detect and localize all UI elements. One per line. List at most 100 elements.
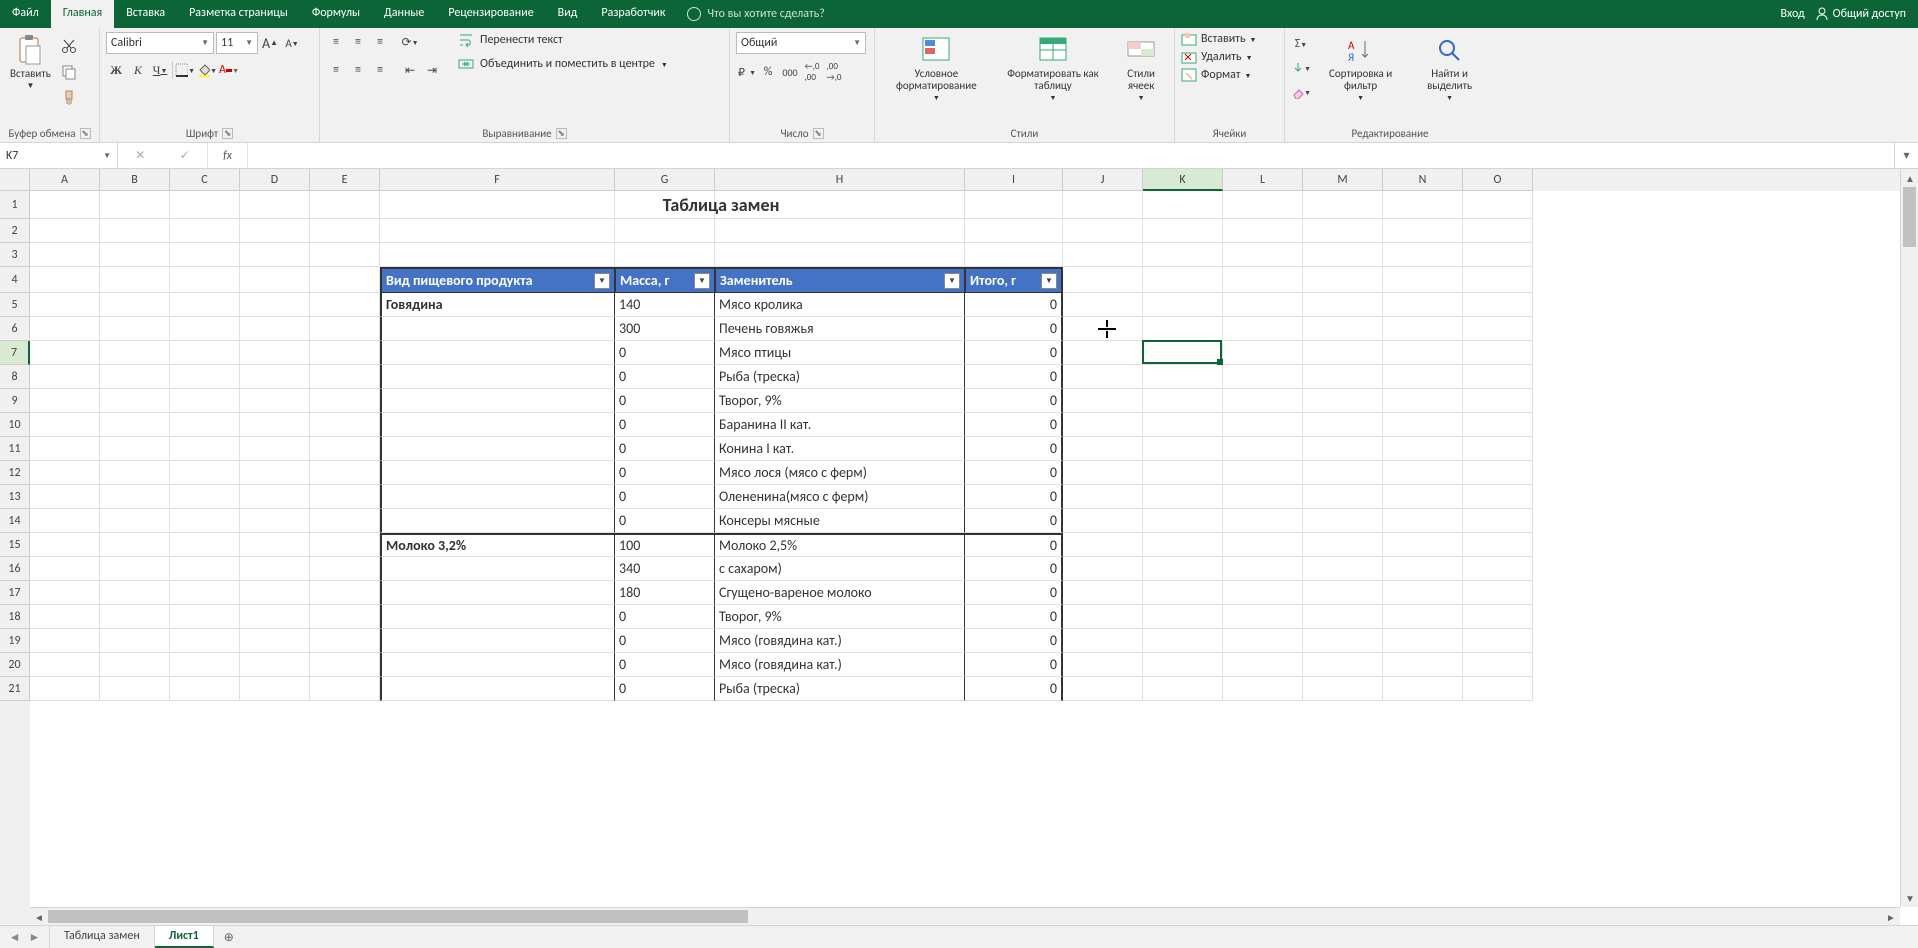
cell-L7[interactable]	[1223, 341, 1303, 365]
menu-home[interactable]: Главная	[51, 0, 114, 28]
col-header-B[interactable]: B	[100, 169, 170, 191]
row-header-3[interactable]: 3	[0, 243, 30, 267]
row-header-16[interactable]: 16	[0, 557, 30, 581]
col-header-N[interactable]: N	[1383, 169, 1463, 191]
cell-total-7[interactable]: 0	[965, 341, 1063, 365]
cell-G2[interactable]	[615, 219, 715, 243]
cell-C15[interactable]	[170, 533, 240, 557]
cell-mass-15[interactable]: 100	[615, 533, 715, 557]
cell-J1[interactable]	[1063, 191, 1143, 219]
cell-N9[interactable]	[1383, 389, 1463, 413]
cell-D7[interactable]	[240, 341, 310, 365]
cell-L9[interactable]	[1223, 389, 1303, 413]
sheet-tab-2[interactable]: Лист1	[155, 926, 214, 948]
cell-M1[interactable]	[1303, 191, 1383, 219]
filter-dropdown-icon[interactable]: ▼	[694, 273, 710, 289]
cell-K13[interactable]	[1143, 485, 1223, 509]
cell-A1[interactable]	[30, 191, 100, 219]
cell-styles-button[interactable]: Стили ячеек▼	[1114, 32, 1168, 104]
cell-C5[interactable]	[170, 293, 240, 317]
cell-M12[interactable]	[1303, 461, 1383, 485]
cell-K14[interactable]	[1143, 509, 1223, 533]
cell-A10[interactable]	[30, 413, 100, 437]
cell-product-9[interactable]	[380, 389, 615, 413]
cell-E5[interactable]	[310, 293, 380, 317]
cell-K7[interactable]	[1143, 341, 1223, 365]
cell-B12[interactable]	[100, 461, 170, 485]
cell-A17[interactable]	[30, 581, 100, 605]
cell-B18[interactable]	[100, 605, 170, 629]
cell-B17[interactable]	[100, 581, 170, 605]
formula-input[interactable]	[248, 143, 1894, 168]
cell-D20[interactable]	[240, 653, 310, 677]
horizontal-scrollbar[interactable]: ◄ ►	[30, 907, 1900, 925]
fill-color-button[interactable]: ▼	[197, 60, 217, 80]
format-as-table-button[interactable]: Форматировать как таблицу▼	[996, 32, 1110, 104]
fill-button[interactable]: ▼	[1291, 58, 1311, 78]
add-sheet-button[interactable]: ⊕	[214, 926, 244, 948]
increase-font-button[interactable]: A▲	[260, 33, 280, 53]
cells-area[interactable]: Таблица заменВид пищевого продукта▼Масса…	[30, 191, 1900, 907]
row-header-17[interactable]: 17	[0, 581, 30, 605]
cell-N6[interactable]	[1383, 317, 1463, 341]
cell-B9[interactable]	[100, 389, 170, 413]
cell-N8[interactable]	[1383, 365, 1463, 389]
cell-product-5[interactable]: Говядина	[380, 293, 615, 317]
cell-B15[interactable]	[100, 533, 170, 557]
underline-button[interactable]: Ч ▼	[150, 60, 170, 80]
cell-product-10[interactable]	[380, 413, 615, 437]
cell-J12[interactable]	[1063, 461, 1143, 485]
cell-A12[interactable]	[30, 461, 100, 485]
cell-E8[interactable]	[310, 365, 380, 389]
cell-C14[interactable]	[170, 509, 240, 533]
dialog-launcher-icon[interactable]: ⬊	[80, 128, 91, 139]
cell-K12[interactable]	[1143, 461, 1223, 485]
cell-A2[interactable]	[30, 219, 100, 243]
cell-B8[interactable]	[100, 365, 170, 389]
cell-B6[interactable]	[100, 317, 170, 341]
cell-B3[interactable]	[100, 243, 170, 267]
cell-J18[interactable]	[1063, 605, 1143, 629]
cell-A20[interactable]	[30, 653, 100, 677]
cell-M6[interactable]	[1303, 317, 1383, 341]
cell-C17[interactable]	[170, 581, 240, 605]
cell-K19[interactable]	[1143, 629, 1223, 653]
cell-N5[interactable]	[1383, 293, 1463, 317]
th-sub[interactable]: Заменитель▼	[715, 267, 965, 293]
align-top-button[interactable]: ≡	[326, 32, 346, 52]
cell-N10[interactable]	[1383, 413, 1463, 437]
cell-M7[interactable]	[1303, 341, 1383, 365]
cell-K3[interactable]	[1143, 243, 1223, 267]
fx-icon[interactable]: fx	[208, 143, 248, 168]
cell-L18[interactable]	[1223, 605, 1303, 629]
cell-A7[interactable]	[30, 341, 100, 365]
cell-C6[interactable]	[170, 317, 240, 341]
cell-total-12[interactable]: 0	[965, 461, 1063, 485]
dialog-launcher-icon[interactable]: ⬊	[813, 128, 824, 139]
cell-L15[interactable]	[1223, 533, 1303, 557]
cell-A4[interactable]	[30, 267, 100, 293]
cell-E19[interactable]	[310, 629, 380, 653]
cell-C11[interactable]	[170, 437, 240, 461]
cell-sub-12[interactable]: Мясо лося (мясо с ферм)	[715, 461, 965, 485]
cell-A16[interactable]	[30, 557, 100, 581]
cell-E20[interactable]	[310, 653, 380, 677]
cell-D13[interactable]	[240, 485, 310, 509]
cell-K2[interactable]	[1143, 219, 1223, 243]
cell-J4[interactable]	[1063, 267, 1143, 293]
cell-K16[interactable]	[1143, 557, 1223, 581]
cell-C18[interactable]	[170, 605, 240, 629]
cell-L3[interactable]	[1223, 243, 1303, 267]
filter-dropdown-icon[interactable]: ▼	[1041, 273, 1057, 289]
cell-M21[interactable]	[1303, 677, 1383, 701]
cell-mass-17[interactable]: 180	[615, 581, 715, 605]
cell-C13[interactable]	[170, 485, 240, 509]
menu-insert[interactable]: Вставка	[114, 0, 177, 28]
cell-total-18[interactable]: 0	[965, 605, 1063, 629]
percent-button[interactable]: %	[758, 62, 778, 82]
cell-M19[interactable]	[1303, 629, 1383, 653]
row-header-18[interactable]: 18	[0, 605, 30, 629]
cell-O17[interactable]	[1463, 581, 1533, 605]
th-mass[interactable]: Масса, г▼	[615, 267, 715, 293]
cell-A15[interactable]	[30, 533, 100, 557]
